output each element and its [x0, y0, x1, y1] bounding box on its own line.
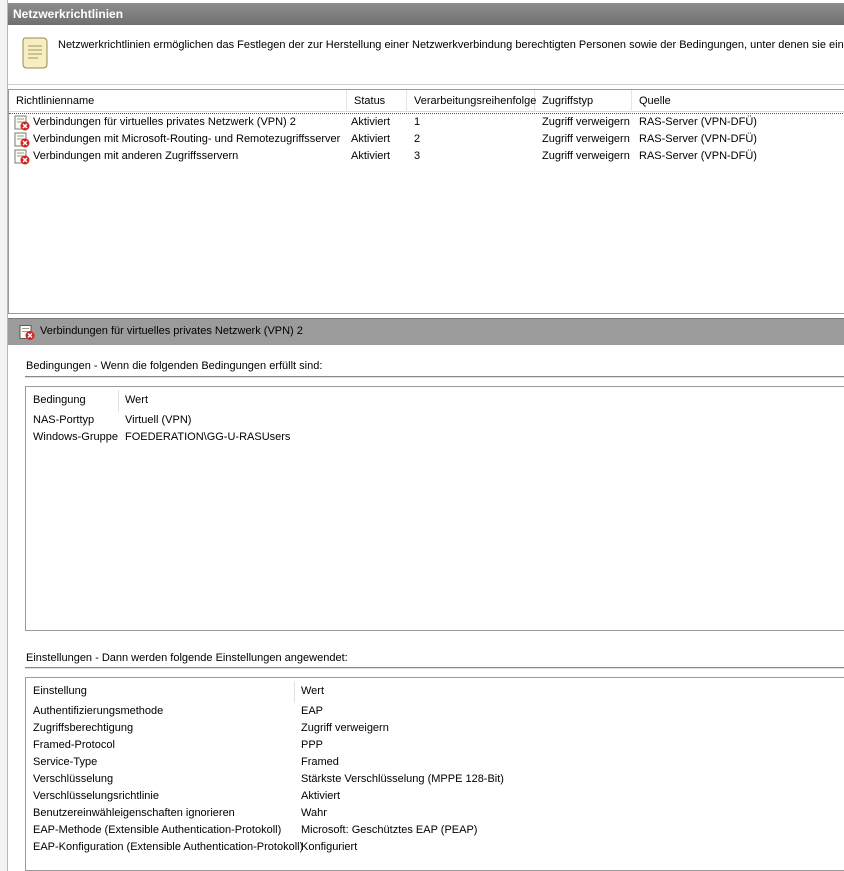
setting-value: Zugriff verweigern — [301, 722, 389, 734]
policy-name: Verbindungen mit anderen Zugriffsservern — [33, 150, 239, 162]
setting-value: Microsoft: Geschütztes EAP (PEAP) — [301, 824, 478, 836]
setting-value: Stärkste Verschlüsselung (MPPE 128-Bit) — [301, 773, 504, 785]
policy-name: Verbindungen für virtuelles privates Net… — [33, 116, 296, 128]
column-header-setting[interactable]: Einstellung — [33, 678, 87, 702]
setting-label: EAP-Konfiguration (Extensible Authentica… — [33, 841, 304, 853]
page-title: Netzwerkrichtlinien — [8, 3, 844, 25]
policy-row[interactable]: Verbindungen mit anderen Zugriffsservern… — [9, 148, 844, 165]
policy-row[interactable]: Verbindungen mit Microsoft-Routing- und … — [9, 131, 844, 148]
column-header-value[interactable]: Wert — [301, 678, 324, 702]
policy-status: Aktiviert — [351, 133, 391, 145]
setting-value: Wahr — [301, 807, 327, 819]
policy-access-type: Zugriff verweigern — [542, 150, 630, 162]
policy-source: RAS-Server (VPN-DFÜ) — [639, 150, 757, 162]
setting-value: Konfiguriert — [301, 841, 358, 853]
policy-source: RAS-Server (VPN-DFÜ) — [639, 116, 757, 128]
column-divider[interactable] — [294, 681, 295, 703]
column-header-source[interactable]: Quelle — [632, 90, 844, 112]
setting-label: Benutzereinwähleigenschaften ignorieren — [33, 807, 235, 819]
description-text: Netzwerkrichtlinien ermöglichen das Fest… — [58, 39, 844, 51]
policy-access-type: Zugriff verweigern — [542, 116, 630, 128]
setting-value: PPP — [301, 739, 324, 751]
policy-deny-icon — [19, 325, 35, 340]
setting-label: Framed-Protocol — [33, 739, 115, 751]
condition-value: FOEDERATION\GG-U-RASUsers — [125, 431, 291, 443]
policy-order: 3 — [414, 150, 421, 162]
condition-label: NAS-Porttyp — [33, 414, 95, 426]
column-header-value[interactable]: Wert — [125, 387, 148, 411]
policy-row[interactable]: Verbindungen für virtuelles privates Net… — [9, 113, 844, 131]
policy-deny-icon — [14, 115, 30, 131]
policy-list-header: Richtlinienname Status Verarbeitungsreih… — [9, 90, 844, 112]
column-divider[interactable] — [118, 390, 119, 412]
column-header-status[interactable]: Status — [347, 90, 407, 112]
setting-label: Zugriffsberechtigung — [33, 722, 134, 734]
setting-value: Framed — [301, 756, 339, 768]
description-panel: Netzwerkrichtlinien ermöglichen das Fest… — [8, 25, 844, 85]
condition-value: Virtuell (VPN) — [125, 414, 192, 426]
setting-label: EAP-Methode (Extensible Authentication-P… — [33, 824, 282, 836]
detail-header: Verbindungen für virtuelles privates Net… — [8, 318, 844, 345]
policy-access-type: Zugriff verweigern — [542, 133, 630, 145]
detail-title: Verbindungen für virtuelles privates Net… — [40, 325, 303, 337]
policy-list[interactable]: Richtlinienname Status Verarbeitungsreih… — [8, 89, 844, 314]
policy-order: 2 — [414, 133, 421, 145]
detail-area: Bedingungen - Wenn die folgenden Bedingu… — [8, 345, 844, 871]
conditions-section-title: Bedingungen - Wenn die folgenden Bedingu… — [26, 360, 323, 372]
condition-label: Windows-Gruppe — [33, 431, 118, 443]
policy-name: Verbindungen mit Microsoft-Routing- und … — [33, 133, 341, 145]
policy-status: Aktiviert — [351, 116, 391, 128]
policy-source: RAS-Server (VPN-DFÜ) — [639, 133, 757, 145]
setting-label: Service-Type — [33, 756, 98, 768]
policy-order: 1 — [414, 116, 421, 128]
policy-status: Aktiviert — [351, 150, 391, 162]
setting-value: EAP — [301, 705, 324, 717]
document-icon — [22, 37, 48, 69]
setting-label: Verschlüsselung — [33, 773, 114, 785]
column-header-condition[interactable]: Bedingung — [33, 387, 86, 411]
conditions-section-rule — [25, 376, 844, 378]
conditions-list[interactable]: Bedingung Wert NAS-Porttyp Virtuell (VPN… — [25, 386, 844, 631]
left-pane-edge — [0, 0, 8, 871]
policy-deny-icon — [14, 132, 30, 148]
column-header-access-type[interactable]: Zugriffstyp — [535, 90, 632, 112]
setting-label: Verschlüsselungsrichtlinie — [33, 790, 159, 802]
settings-section-rule — [25, 667, 844, 669]
setting-label: Authentifizierungsmethode — [33, 705, 164, 717]
settings-section-title: Einstellungen - Dann werden folgende Ein… — [26, 652, 348, 664]
settings-list[interactable]: Einstellung Wert Authentifizierungsmetho… — [25, 677, 844, 871]
column-header-name[interactable]: Richtlinienname — [9, 90, 347, 112]
policy-deny-icon — [14, 149, 30, 165]
setting-value: Aktiviert — [301, 790, 341, 802]
column-header-order[interactable]: Verarbeitungsreihenfolge — [407, 90, 536, 112]
